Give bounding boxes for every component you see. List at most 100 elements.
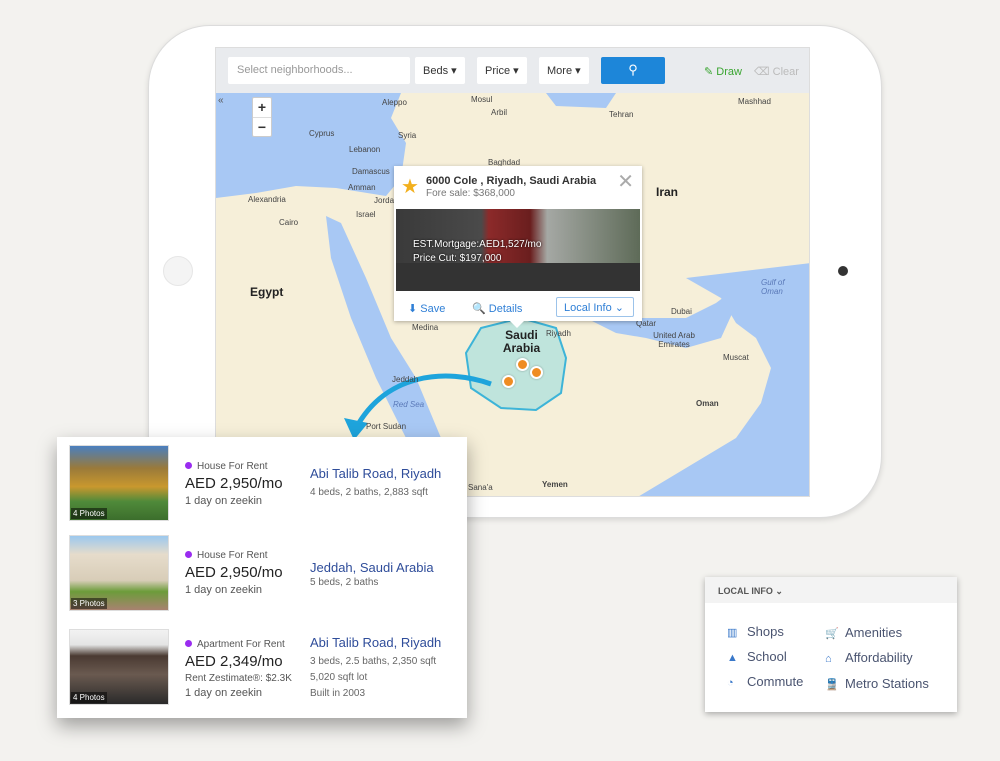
listing-address[interactable]: Jeddah, Saudi Arabia (310, 560, 434, 575)
listing-details: 3 beds, 2.5 baths, 2,350 sqft (310, 656, 437, 667)
map-label: Amman (348, 183, 376, 192)
listing-address[interactable]: Abi Talib Road, Riyadh (310, 466, 441, 481)
listing-type: House For Rent (185, 461, 268, 472)
photo-count: 4 Photos (71, 692, 107, 703)
details-icon: 🔍 (472, 303, 489, 315)
details-button[interactable]: 🔍 Details (472, 302, 522, 315)
collapse-panel-button[interactable]: « (218, 95, 224, 106)
map-label: Egypt (250, 285, 284, 299)
shop-icon: ▥ (727, 627, 738, 639)
listing-item[interactable]: 4 Photos House For Rent AED 2,950/mo 1 d… (57, 437, 467, 527)
listing-details: 4 beds, 2 baths, 2,883 sqft (310, 487, 428, 498)
listing-photo[interactable]: 4 Photos (69, 629, 169, 705)
beds-dropdown[interactable]: Beds ▾ (415, 57, 465, 84)
home-icon: ⌂ (825, 653, 832, 665)
search-button[interactable]: ⚲ (601, 57, 665, 84)
local-info-header[interactable]: LOCAL INFO ⌄ (705, 577, 957, 603)
photo-count: 3 Photos (71, 598, 107, 609)
listing-type: Apartment For Rent (185, 639, 285, 650)
map-label: Iran (656, 185, 679, 199)
item-label: Affordability (845, 650, 913, 665)
save-label: Save (420, 303, 446, 315)
listing-photo[interactable]: 3 Photos (69, 535, 169, 611)
save-icon: ⬇ (408, 303, 421, 315)
listing-photo[interactable]: 4 Photos (69, 445, 169, 521)
draw-button[interactable]: ✎ Draw (704, 65, 742, 78)
map-label: Israel (356, 210, 376, 219)
item-label: School (747, 649, 787, 664)
map-label: Alexandria (248, 195, 286, 204)
local-info-affordability[interactable]: ⌂ Affordability (825, 650, 913, 665)
listing-price: AED 2,950/mo (185, 475, 283, 492)
map-label: Riyadh (546, 329, 571, 338)
local-info-metro-stations[interactable]: 🚆 Metro Stations (825, 676, 929, 691)
listing-days: 1 day on zeekin (185, 584, 263, 596)
map-label: Tehran (609, 110, 634, 119)
map-label: Medina (412, 323, 439, 332)
map-label: Dubai (671, 307, 692, 316)
train-icon: 🚆 (825, 679, 839, 691)
clear-label: Clear (772, 66, 799, 78)
zoom-out-button[interactable]: − (253, 118, 271, 138)
photo-count: 4 Photos (71, 508, 107, 519)
map-label: Cyprus (309, 129, 335, 138)
map-label: Arbil (491, 108, 508, 117)
map-label: Mosul (471, 95, 493, 104)
clear-button[interactable]: ⌫ Clear (754, 65, 799, 78)
map-pin[interactable] (530, 366, 543, 379)
tablet-home-button (163, 256, 193, 286)
map-label: Gulf of Oman (761, 278, 785, 296)
neighborhood-search-input[interactable]: Select neighborhoods... (228, 57, 410, 84)
listing-type: House For Rent (185, 550, 268, 561)
local-info-school[interactable]: ▲ School (727, 649, 787, 664)
map-label: Damascus (352, 167, 390, 176)
property-photo[interactable]: EST.Mortgage:AED1,527/mo Price Cut: $197… (396, 209, 640, 291)
map-label: Yemen (542, 480, 568, 489)
map-label: Sana'a (468, 483, 493, 492)
property-popup: ★ 6000 Cole , Riyadh, Saudi Arabia Fore … (394, 166, 642, 328)
listing-days: 1 day on zeekin (185, 687, 263, 699)
map-label: Syria (398, 131, 417, 140)
local-info-amenities[interactable]: 🛒 Amenities (825, 625, 902, 640)
tablet-camera (838, 266, 848, 276)
map-label: Jeddah (392, 375, 419, 384)
map-pin[interactable] (502, 375, 515, 388)
local-info-panel: LOCAL INFO ⌄ ▥ Shops ▲ School ◔ Commute 🛒 Am… (705, 577, 957, 712)
local-info-shops[interactable]: ▥ Shops (727, 624, 784, 639)
listing-days: 1 day on zeekin (185, 495, 263, 507)
arabian-sea (639, 263, 809, 496)
map-label: Oman (696, 399, 719, 408)
map-label: Mashhad (738, 97, 771, 106)
star-icon[interactable]: ★ (401, 174, 419, 199)
listing-price: AED 2,950/mo (185, 564, 283, 581)
listing-item[interactable]: 4 Photos Apartment For Rent AED 2,349/mo… (57, 617, 467, 717)
eraser-icon: ⌫ (754, 66, 773, 78)
details-label: Details (488, 303, 523, 315)
draw-label: Draw (716, 66, 742, 78)
price-dropdown[interactable]: Price ▾ (477, 57, 527, 84)
local-info-commute[interactable]: ◔ Commute (727, 674, 803, 689)
caspian-sea (546, 93, 616, 108)
zoom-in-button[interactable]: + (253, 98, 271, 118)
item-label: Shops (747, 624, 784, 639)
listing-address[interactable]: Abi Talib Road, Riyadh (310, 635, 441, 650)
map-label: Saudi Arabia (502, 328, 541, 355)
popup-mortgage: EST.Mortgage:AED1,527/mo (413, 239, 542, 250)
item-label: Amenities (845, 625, 903, 640)
more-dropdown[interactable]: More ▾ (539, 57, 589, 84)
local-info-button[interactable]: Local Info ⌄ (556, 297, 634, 317)
map-label: Aleppo (382, 98, 407, 107)
popup-title[interactable]: 6000 Cole , Riyadh, Saudi Arabia (426, 175, 596, 187)
popup-price-cut: Price Cut: $197,000 (413, 253, 502, 264)
search-icon: ⚲ (628, 62, 638, 77)
pencil-icon: ✎ (704, 66, 717, 78)
zoom-control: + − (252, 97, 272, 137)
map-pin[interactable] (516, 358, 529, 371)
listing-item[interactable]: 3 Photos House For Rent AED 2,950/mo 1 d… (57, 527, 467, 617)
listing-lot: 5,020 sqft lot (310, 672, 368, 683)
rent-zestimate: Rent Zestimate®: $2.3K (185, 673, 292, 684)
listing-results: 4 Photos House For Rent AED 2,950/mo 1 d… (57, 437, 467, 718)
save-button[interactable]: ⬇ Save (408, 302, 445, 315)
close-icon[interactable]: ✕ (617, 169, 634, 194)
listing-built: Built in 2003 (310, 688, 366, 699)
